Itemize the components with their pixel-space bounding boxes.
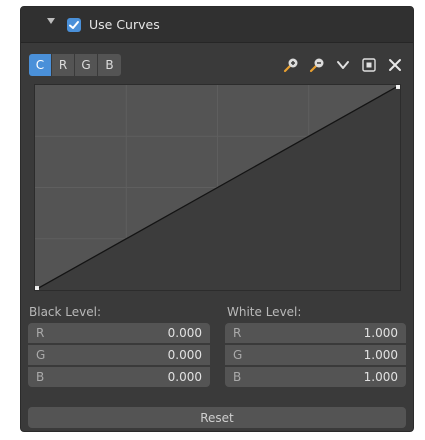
curve-control-point[interactable] [35,286,39,290]
tab-green[interactable]: G [75,54,98,76]
white-level-b-field[interactable]: B 1.000 [225,367,406,387]
white-level-g-field[interactable]: G 1.000 [225,345,406,365]
channel-tabs: C R G B [29,54,121,76]
field-value: 1.000 [363,326,398,340]
curve-canvas[interactable] [35,85,400,290]
chevron-down-icon[interactable] [333,55,353,75]
black-level-g-field[interactable]: G 0.000 [28,345,210,365]
black-level-label: Black Level: [29,305,101,319]
field-label: B [233,370,242,384]
curve-control-point[interactable] [396,85,400,89]
disclosure-triangle-icon[interactable] [47,18,55,24]
curves-panel: Use Curves C R G B Black Level: White Le… [20,6,414,432]
field-label: G [36,348,46,362]
checkmark-icon [69,21,79,29]
field-label: R [233,326,242,340]
field-value: 1.000 [363,370,398,384]
curve-editor[interactable] [34,84,401,291]
white-level-label: White Level: [227,305,302,319]
use-curves-checkbox[interactable] [67,18,81,32]
field-label: R [36,326,45,340]
panel-title: Use Curves [89,17,160,32]
zoom-out-icon[interactable] [307,55,327,75]
close-icon[interactable] [385,55,405,75]
field-label: B [36,370,45,384]
zoom-in-icon[interactable] [281,55,301,75]
field-label: G [233,348,243,362]
curve-toolbar [281,54,405,76]
clipping-icon[interactable] [359,55,379,75]
field-value: 0.000 [167,370,202,384]
reset-button[interactable]: Reset [28,407,406,428]
field-value: 1.000 [363,348,398,362]
white-level-r-field[interactable]: R 1.000 [225,323,406,343]
tab-combined[interactable]: C [29,54,52,76]
black-level-b-field[interactable]: B 0.000 [28,367,210,387]
black-level-r-field[interactable]: R 0.000 [28,323,210,343]
tab-blue[interactable]: B [98,54,121,76]
field-value: 0.000 [167,348,202,362]
tab-red[interactable]: R [52,54,75,76]
panel-header[interactable]: Use Curves [21,7,413,43]
field-value: 0.000 [167,326,202,340]
